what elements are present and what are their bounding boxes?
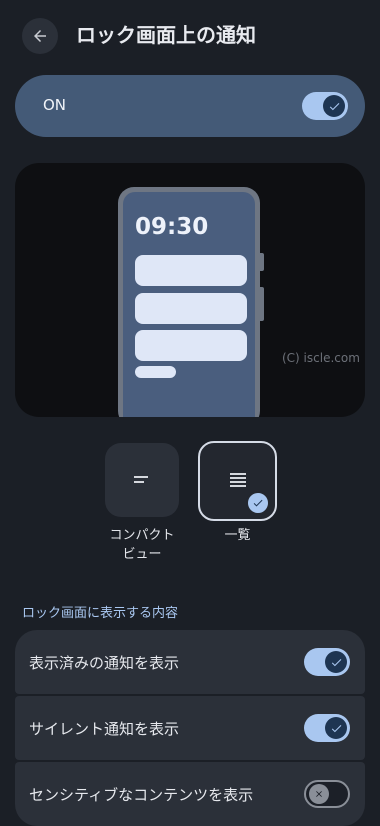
phone-screen: 09:30 <box>123 192 255 417</box>
setting-row-silent-notifications[interactable]: サイレント通知を表示 <box>15 696 365 760</box>
section-title: ロック画面に表示する内容 <box>22 606 179 621</box>
phone-side-button <box>260 253 264 271</box>
list-view-label: 一覧 <box>224 528 251 543</box>
silent-notifications-switch[interactable] <box>304 714 350 742</box>
lockscreen-preview: 09:30 (C) iscle.com <box>15 163 365 417</box>
preview-notification <box>135 330 247 361</box>
preview-notification-short <box>135 366 176 378</box>
compact-view-option[interactable] <box>105 443 179 517</box>
master-toggle-row[interactable]: ON <box>15 75 365 137</box>
setting-label: サイレント通知を表示 <box>29 720 180 738</box>
preview-clock: 09:30 <box>135 214 209 240</box>
sensitive-content-switch[interactable] <box>304 780 350 808</box>
compact-lines-icon <box>134 476 148 483</box>
back-button[interactable] <box>22 18 58 54</box>
check-icon <box>325 717 347 739</box>
page-title: ロック画面上の通知 <box>76 23 256 47</box>
phone-side-button <box>260 287 264 321</box>
selected-check-icon <box>246 491 270 515</box>
preview-notification <box>135 293 247 324</box>
setting-row-sensitive-content[interactable]: センシティブなコンテンツを表示 <box>15 762 365 826</box>
master-switch[interactable] <box>302 92 348 120</box>
setting-row-seen-notifications[interactable]: 表示済みの通知を表示 <box>15 630 365 694</box>
compact-view-label: コンパクト ビュー <box>109 528 175 562</box>
close-icon <box>309 784 329 804</box>
master-toggle-label: ON <box>43 96 67 114</box>
setting-label: 表示済みの通知を表示 <box>29 654 180 672</box>
phone-illustration: 09:30 <box>118 187 260 417</box>
check-icon <box>323 95 345 117</box>
setting-label: センシティブなコンテンツを表示 <box>29 786 254 804</box>
check-icon <box>325 651 347 673</box>
list-lines-icon <box>229 473 246 487</box>
watermark: (C) iscle.com <box>282 351 360 365</box>
arrow-back-icon <box>34 30 46 42</box>
preview-notification <box>135 255 247 286</box>
seen-notifications-switch[interactable] <box>304 648 350 676</box>
